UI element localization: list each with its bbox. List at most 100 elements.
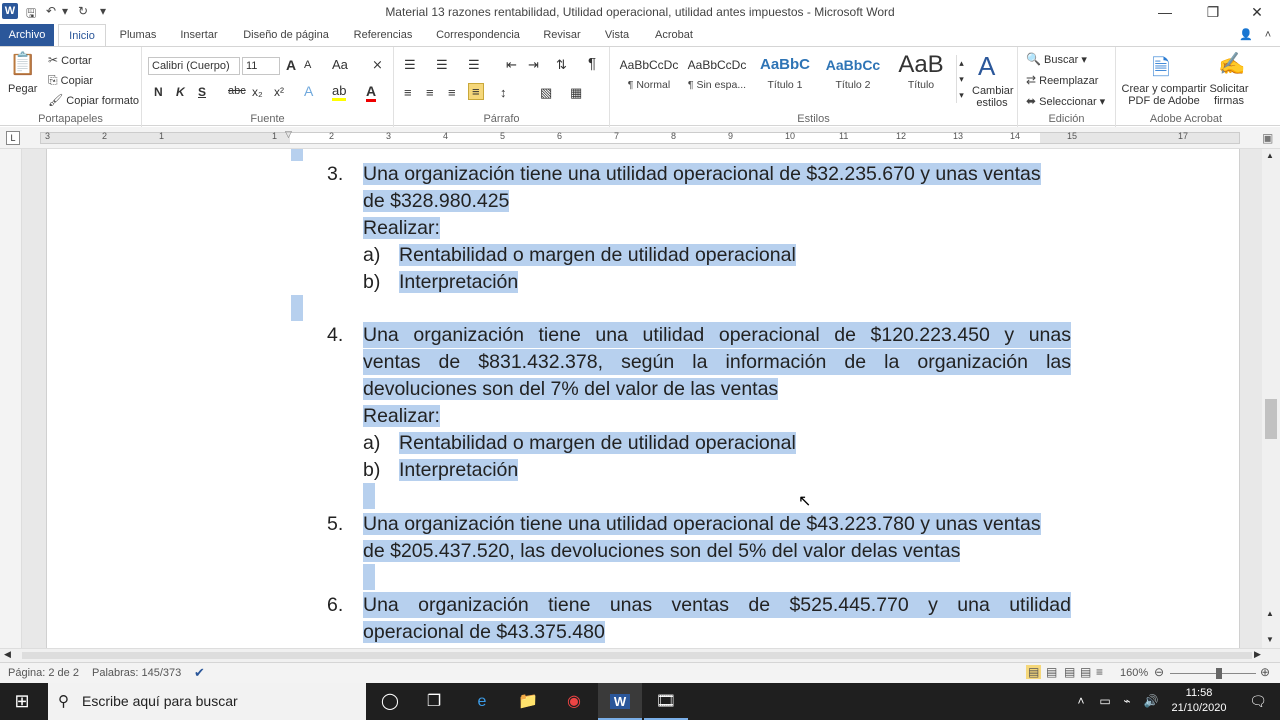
- restore-button[interactable]: ❐: [1198, 2, 1228, 22]
- outline-icon[interactable]: ▤: [1080, 665, 1091, 679]
- create-pdf-button[interactable]: Crear y compartir PDF de Adobe: [1120, 83, 1208, 107]
- scroll-left-icon[interactable]: ◀: [4, 649, 11, 660]
- tab-plumas[interactable]: Plumas: [112, 24, 164, 46]
- shading-icon[interactable]: ▧: [540, 85, 552, 101]
- tab-acrobat[interactable]: Acrobat: [648, 24, 700, 46]
- tab-inicio[interactable]: Inicio: [58, 24, 106, 46]
- sub-item[interactable]: b): [363, 457, 380, 483]
- underline-button[interactable]: S: [198, 85, 206, 99]
- zoom-out-icon[interactable]: ⊖: [1154, 665, 1164, 679]
- cut-button[interactable]: ✂ Cortar: [48, 53, 92, 67]
- borders-icon[interactable]: ▦: [570, 85, 582, 101]
- style-heading-2[interactable]: AaBbCc Título 2: [820, 53, 886, 101]
- windows-start-icon[interactable]: ⊞: [0, 683, 44, 720]
- line-spacing-icon[interactable]: ↕: [500, 85, 507, 100]
- format-painter-button[interactable]: 🖌 Copiar formato: [48, 93, 139, 107]
- grow-font-button[interactable]: A: [286, 57, 296, 73]
- show-marks-button[interactable]: ¶: [588, 55, 596, 72]
- text-effects-icon[interactable]: A: [304, 83, 313, 99]
- change-case-button[interactable]: Aa: [332, 57, 348, 72]
- bold-button[interactable]: N: [154, 85, 163, 99]
- file-explorer-icon[interactable]: 📁: [506, 683, 550, 720]
- share-icon[interactable]: 👤: [1236, 24, 1256, 46]
- tab-correspondencia[interactable]: Correspondencia: [430, 24, 526, 46]
- font-size-select[interactable]: 11: [242, 57, 280, 75]
- collapse-ribbon-icon[interactable]: ˄: [1258, 24, 1278, 46]
- word-count[interactable]: Palabras: 145/373: [92, 667, 181, 679]
- font-name-select[interactable]: Calibri (Cuerpo): [148, 57, 240, 75]
- text-line[interactable]: Realizar:: [363, 215, 440, 241]
- superscript-button[interactable]: x²: [274, 85, 284, 99]
- scroll-up-icon[interactable]: ▲: [1266, 151, 1274, 160]
- change-styles-button[interactable]: Cambiar estilos: [972, 85, 1014, 109]
- styles-scroll-icon[interactable]: ▴ ▾ ▾: [956, 55, 966, 103]
- style-heading-1[interactable]: AaBbC​ Título 1: [752, 53, 818, 101]
- find-button[interactable]: 🔍 Buscar ▾: [1026, 52, 1087, 66]
- text-line[interactable]: devoluciones son del 7% del valor de las…: [363, 376, 779, 402]
- text-line[interactable]: ventas de $831.432.378, según la informa…: [363, 349, 1071, 375]
- text-line[interactable]: Una organización tiene una utilidad oper…: [363, 511, 1041, 537]
- sub-item[interactable]: a): [363, 430, 380, 456]
- sub-item[interactable]: a): [363, 242, 380, 268]
- draft-icon[interactable]: ≡: [1096, 665, 1103, 679]
- zoom-level[interactable]: 160%: [1120, 667, 1148, 679]
- close-button[interactable]: ✕: [1242, 2, 1272, 22]
- increase-indent-icon[interactable]: ⇥: [528, 57, 539, 73]
- shrink-font-button[interactable]: A: [304, 59, 311, 71]
- sub-item[interactable]: b): [363, 269, 380, 295]
- scroll-thumb[interactable]: [1265, 399, 1277, 439]
- volume-icon[interactable]: 🔊: [1140, 683, 1162, 720]
- prev-page-icon[interactable]: ▲: [1266, 609, 1274, 618]
- align-center-icon[interactable]: ≡: [426, 85, 434, 100]
- tab-archivo[interactable]: Archivo: [0, 24, 54, 46]
- tab-revisar[interactable]: Revisar: [538, 24, 586, 46]
- chrome-icon[interactable]: ◉: [552, 683, 596, 720]
- decrease-indent-icon[interactable]: ⇤: [506, 57, 517, 73]
- justify-icon[interactable]: ≡: [468, 83, 484, 100]
- tab-diseno[interactable]: Diseño de página: [236, 24, 336, 46]
- scroll-right-icon[interactable]: ▶: [1254, 649, 1261, 660]
- numbering-icon[interactable]: ☰: [436, 57, 448, 73]
- tab-vista[interactable]: Vista: [596, 24, 638, 46]
- edge-icon[interactable]: e: [460, 683, 504, 720]
- paste-button[interactable]: Pegar: [8, 83, 37, 95]
- sort-icon[interactable]: ⇅: [556, 57, 567, 73]
- tray-expand-icon[interactable]: ˄: [1070, 683, 1092, 720]
- word-taskbar-icon[interactable]: W: [598, 683, 642, 720]
- style-normal[interactable]: AaBbCcDc ¶ Normal: [616, 53, 682, 101]
- style-no-spacing[interactable]: AaBbCcDc ¶ Sin espa...: [684, 53, 750, 101]
- bullets-icon[interactable]: ☰: [404, 57, 416, 73]
- cortana-icon[interactable]: ◯: [368, 683, 412, 720]
- view-ruler-icon[interactable]: ▣: [1262, 131, 1273, 145]
- next-page-icon[interactable]: ▼: [1266, 635, 1274, 644]
- web-layout-icon[interactable]: ▤: [1064, 665, 1075, 679]
- zoom-slider[interactable]: [1170, 673, 1256, 674]
- text-line[interactable]: operacional de $43.375.480: [363, 619, 605, 645]
- align-left-icon[interactable]: ≡: [404, 85, 412, 100]
- tab-insertar[interactable]: Insertar: [172, 24, 226, 46]
- full-screen-icon[interactable]: ▤: [1046, 665, 1057, 679]
- network-icon[interactable]: ⌁: [1116, 683, 1138, 720]
- zoom-slider-thumb[interactable]: [1216, 668, 1222, 679]
- change-styles-icon[interactable]: A: [978, 51, 995, 82]
- page[interactable]: 3. Una organización tiene una utilidad o…: [46, 149, 1240, 649]
- highlight-icon[interactable]: ab: [332, 83, 347, 101]
- paste-icon[interactable]: 📋: [8, 51, 38, 81]
- vertical-scrollbar[interactable]: ▲ ▲ ▼: [1262, 149, 1280, 649]
- print-layout-icon[interactable]: ▤: [1026, 665, 1042, 679]
- indent-marker-icon[interactable]: ▽: [285, 129, 292, 140]
- horizontal-scrollbar[interactable]: ◀ ▶: [0, 648, 1280, 662]
- copy-button[interactable]: ⎘ Copiar: [48, 73, 93, 88]
- minimize-button[interactable]: —: [1150, 2, 1180, 22]
- replace-button[interactable]: ⇄ Reemplazar: [1026, 73, 1098, 87]
- sub-item-text[interactable]: Interpretación: [399, 457, 519, 483]
- sub-item-text[interactable]: Rentabilidad o margen de utilidad operac…: [399, 430, 796, 456]
- page-count[interactable]: Página: 2 de 2: [8, 667, 79, 679]
- clock[interactable]: 11:58 21/10/2020: [1168, 686, 1230, 716]
- select-button[interactable]: ⬌ Seleccionar ▾: [1026, 94, 1105, 108]
- task-view-icon[interactable]: ❐: [412, 683, 456, 720]
- clear-format-icon[interactable]: ⨯: [372, 57, 383, 73]
- text-line[interactable]: de $328.980.425: [363, 188, 510, 214]
- horizontal-ruler[interactable]: L 3 2 1 1 2 3 4 5 6 7 8 9 10 11 12 13 14…: [0, 127, 1280, 149]
- sub-item-text[interactable]: Interpretación: [399, 269, 519, 295]
